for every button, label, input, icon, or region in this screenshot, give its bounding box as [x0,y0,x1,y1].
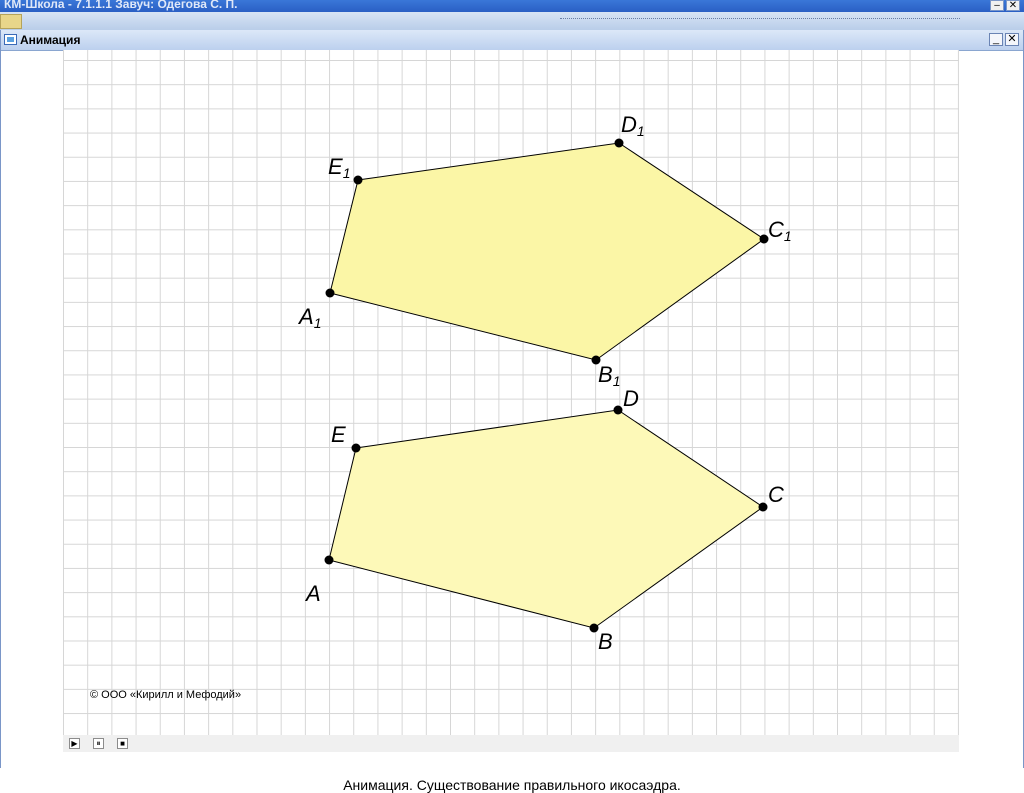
label-e: E [331,422,346,447]
close-button[interactable]: ✕ [1005,33,1019,46]
vertex-e1 [353,175,363,185]
upper-pentagon [329,142,765,361]
label-d1: D1 [621,112,645,139]
vertex-c [758,502,768,512]
label-c1: C1 [768,217,792,244]
label-d: D [623,386,639,411]
background-window-title: КМ-Школа - 7.1.1.1 Завуч: Одегова С. П. [4,0,238,11]
vertex-d1 [614,138,624,148]
label-b: B [598,629,613,654]
animation-window-titlebar[interactable]: Анимация _ ✕ [1,30,1023,51]
label-e1: E1 [328,154,351,181]
animation-stage: A1 B1 C1 D1 E1 A B C D E © ООО «Кирилл и… [63,50,959,735]
animation-caption: Анимация. Существование правильного икос… [343,777,681,793]
vertex-a1 [325,288,335,298]
animation-window-title: Анимация [20,33,81,47]
player-controls: ▶ ⏸ ■ [63,735,959,752]
vertex-d [613,405,623,415]
stop-button[interactable]: ■ [117,738,128,749]
animation-window: Анимация _ ✕ A1 B1 C1 D1 E1 A B C D E © … [0,30,1024,793]
label-b1: B1 [598,362,621,389]
pause-button[interactable]: ⏸ [93,738,104,749]
pentagon-figure [324,138,769,633]
animation-icon [4,34,17,45]
stop-icon: ■ [120,739,125,748]
pause-icon: ⏸ [96,739,101,748]
background-window-titlebar: КМ-Школа - 7.1.1.1 Завуч: Одегова С. П. … [0,0,1024,12]
vertex-a [324,555,334,565]
lower-pentagon [328,409,764,629]
toolbar-divider [560,18,960,25]
background-minimize-button[interactable]: – [990,0,1004,11]
play-icon: ▶ [71,739,78,748]
background-close-button[interactable]: ✕ [1006,0,1020,11]
label-a: A [306,581,321,606]
vertex-e [351,443,361,453]
label-c: C [768,482,784,507]
play-button[interactable]: ▶ [69,738,80,749]
copyright-notice: © ООО «Кирилл и Мефодий» [90,689,242,701]
app-logo-icon [0,14,22,29]
background-toolbar [0,12,1024,31]
minimize-button[interactable]: _ [989,33,1003,46]
label-a1: A1 [299,304,322,331]
